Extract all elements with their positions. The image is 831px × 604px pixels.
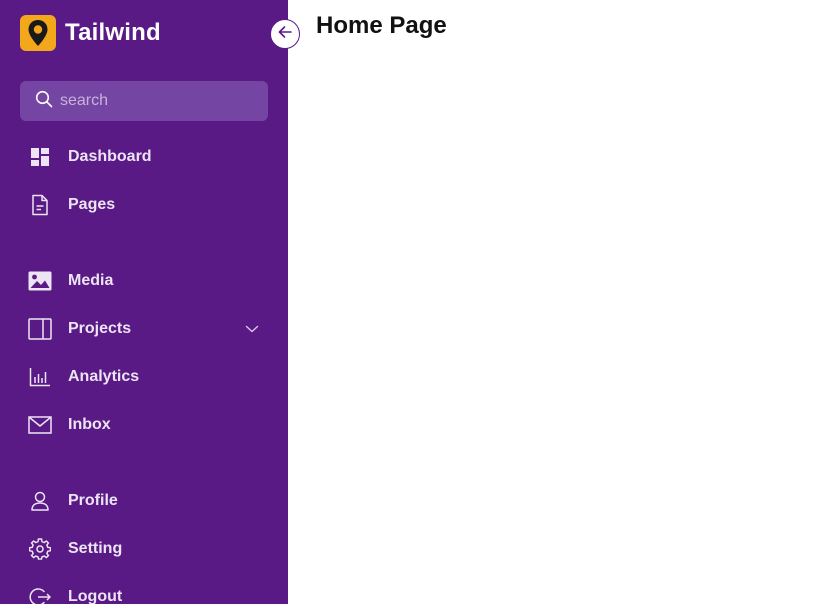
document-icon xyxy=(20,185,60,225)
logout-icon xyxy=(20,577,60,604)
panel-icon xyxy=(20,309,60,349)
sidebar-item-label: Dashboard xyxy=(68,148,152,165)
brand-title: Tailwind xyxy=(65,19,161,46)
search-box[interactable] xyxy=(20,81,268,121)
sidebar-item-profile[interactable]: Profile xyxy=(20,481,268,521)
sidebar-item-label: Inbox xyxy=(68,416,111,433)
sidebar-item-media[interactable]: Media xyxy=(20,261,268,301)
sidebar-item-label: Pages xyxy=(68,196,116,213)
arrow-left-icon xyxy=(277,24,293,45)
gear-icon xyxy=(20,529,60,569)
sidebar-item-label: Analytics xyxy=(68,368,140,385)
main-content: Home Page xyxy=(288,0,831,604)
chevron-down-icon[interactable] xyxy=(244,321,260,337)
sidebar-item-dashboard[interactable]: Dashboard xyxy=(20,137,268,177)
collapse-sidebar-button[interactable] xyxy=(270,19,300,49)
sidebar-item-projects[interactable]: Projects xyxy=(20,309,268,349)
sidebar-item-logout[interactable]: Logout xyxy=(20,577,268,604)
bar-chart-icon xyxy=(20,357,60,397)
mail-icon xyxy=(20,405,60,445)
sidebar: Tailwind Dashboard xyxy=(0,0,288,604)
location-pin-icon xyxy=(20,15,56,51)
page-title: Home Page xyxy=(316,12,447,39)
app-root: Tailwind Dashboard xyxy=(0,0,831,604)
sidebar-item-label: Logout xyxy=(68,588,123,604)
sidebar-item-label: Profile xyxy=(68,492,118,509)
search-input[interactable] xyxy=(60,92,250,110)
brand[interactable]: Tailwind xyxy=(20,15,161,51)
search-icon xyxy=(35,90,53,113)
image-icon xyxy=(20,261,60,301)
sidebar-item-setting[interactable]: Setting xyxy=(20,529,268,569)
sidebar-item-pages[interactable]: Pages xyxy=(20,185,268,225)
sidebar-item-analytics[interactable]: Analytics xyxy=(20,357,268,397)
sidebar-item-inbox[interactable]: Inbox xyxy=(20,405,268,445)
sidebar-item-label: Media xyxy=(68,272,114,289)
sidebar-item-label: Projects xyxy=(68,320,132,337)
sidebar-item-label: Setting xyxy=(68,540,123,557)
user-icon xyxy=(20,481,60,521)
dashboard-icon xyxy=(20,137,60,177)
